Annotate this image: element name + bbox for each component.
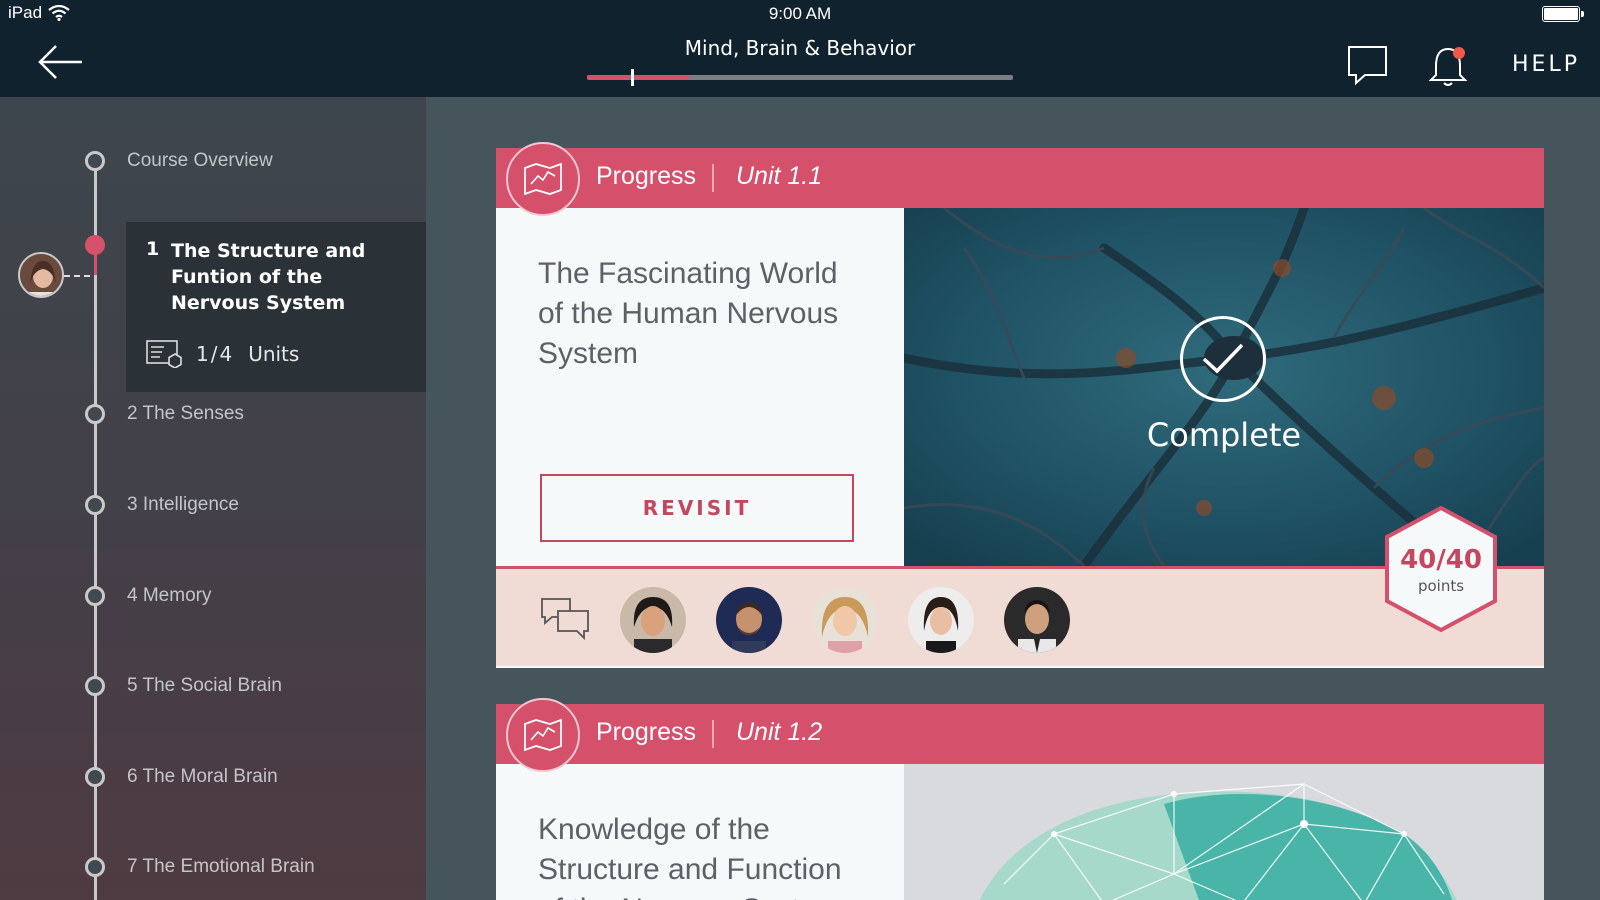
timeline-node xyxy=(85,767,105,787)
map-chart-icon xyxy=(524,718,562,752)
sidebar-item-label: 3 Intelligence xyxy=(127,494,239,515)
discussion-icon xyxy=(541,598,589,641)
timeline-node xyxy=(85,495,105,515)
peer-avatar[interactable] xyxy=(716,587,782,653)
card-title: Knowledge of the Structure and Function … xyxy=(538,813,842,900)
card-progress-label: Progress xyxy=(596,162,697,190)
active-unit-number: 1 xyxy=(146,238,160,260)
units-count: 1/4 xyxy=(196,342,235,366)
bell-icon xyxy=(1428,47,1468,86)
units-summary: 1/4 Units xyxy=(146,340,299,368)
card-unit-label: Unit 1.1 xyxy=(736,162,823,190)
card-badge xyxy=(506,142,580,216)
help-button[interactable]: HELP xyxy=(1512,52,1580,77)
revisit-button[interactable]: REVISIT xyxy=(540,474,854,542)
unit-card-2: Progress Unit 1.2 Knowledge of the Struc… xyxy=(496,698,1544,900)
sidebar-item-label: 5 The Social Brain xyxy=(127,675,282,696)
sidebar-item-course-overview[interactable]: Course Overview xyxy=(0,141,426,181)
battery-icon xyxy=(1542,6,1584,22)
sidebar-item-label: 7 The Emotional Brain xyxy=(127,856,315,877)
sidebar-item-social-brain[interactable]: 5 The Social Brain xyxy=(0,666,426,706)
sidebar-item-label: 2 The Senses xyxy=(127,403,244,424)
peer-avatar[interactable] xyxy=(812,587,878,653)
card-title: The Fascinating World of the Human Nervo… xyxy=(538,257,839,370)
sidebar-item-moral-brain[interactable]: 6 The Moral Brain xyxy=(0,757,426,797)
timeline-node xyxy=(85,586,105,606)
course-progress-fill xyxy=(587,75,690,80)
sidebar-item-label: 6 The Moral Brain xyxy=(127,766,278,787)
discussion-button[interactable] xyxy=(540,597,590,641)
points-value: 40/40 xyxy=(1400,545,1482,575)
units-icon xyxy=(146,340,182,368)
peer-avatar[interactable] xyxy=(908,587,974,653)
timeline-node xyxy=(85,151,105,171)
timeline-node xyxy=(85,857,105,877)
complete-label: Complete xyxy=(1146,416,1302,454)
timeline-active-node xyxy=(85,235,105,255)
avatar-connector xyxy=(64,275,90,277)
card-unit-label: Unit 1.2 xyxy=(736,718,823,746)
peer-avatar[interactable] xyxy=(1004,587,1070,653)
brain-mesh-illustration xyxy=(904,764,1544,900)
chat-button[interactable] xyxy=(1347,44,1389,86)
course-progress-bar xyxy=(587,69,1013,86)
peer-avatar[interactable] xyxy=(620,587,686,653)
sidebar-item-the-senses[interactable]: 2 The Senses xyxy=(0,394,426,434)
map-chart-icon xyxy=(524,162,562,196)
card-progress-label: Progress xyxy=(596,718,697,746)
card-footer: 40/40 points xyxy=(496,505,1544,666)
units-label: Units xyxy=(248,342,300,366)
timeline-node xyxy=(85,676,105,696)
course-sidebar: Course Overview 1 The Structure and Funt… xyxy=(0,97,426,900)
chat-icon xyxy=(1348,46,1387,86)
brain-mesh-image xyxy=(904,764,1544,900)
timeline-node xyxy=(85,404,105,424)
card-header: Progress Unit 1.1 xyxy=(496,142,1544,216)
user-avatar xyxy=(18,252,64,298)
sidebar-item-active-unit[interactable]: 1 The Structure and Funtion of the Nervo… xyxy=(126,222,426,392)
points-label: points xyxy=(1417,577,1465,595)
sidebar-item-emotional-brain[interactable]: 7 The Emotional Brain xyxy=(0,847,426,887)
top-bar: iPad 9:00 AM Mind, Brain & Behavior HELP xyxy=(0,0,1600,97)
card-header: Progress Unit 1.2 xyxy=(496,698,1544,772)
complete-check-icon xyxy=(1180,316,1266,402)
unit-card-1: Progress Unit 1.1 The Fascinating World … xyxy=(496,142,1544,668)
header-divider xyxy=(712,164,714,192)
points-badge: 40/40 points xyxy=(1384,505,1498,633)
header-divider xyxy=(712,720,714,748)
sidebar-item-label: 4 Memory xyxy=(127,585,212,606)
sidebar-item-intelligence[interactable]: 3 Intelligence xyxy=(0,485,426,525)
card-badge xyxy=(506,698,580,772)
sidebar-item-memory[interactable]: 4 Memory xyxy=(0,576,426,616)
course-progress-marker xyxy=(631,69,634,86)
active-unit-title: The Structure and Funtion of the Nervous… xyxy=(171,240,366,314)
sidebar-item-label: Course Overview xyxy=(127,150,273,171)
notifications-button[interactable] xyxy=(1428,44,1472,88)
status-time: 9:00 AM xyxy=(768,4,832,23)
